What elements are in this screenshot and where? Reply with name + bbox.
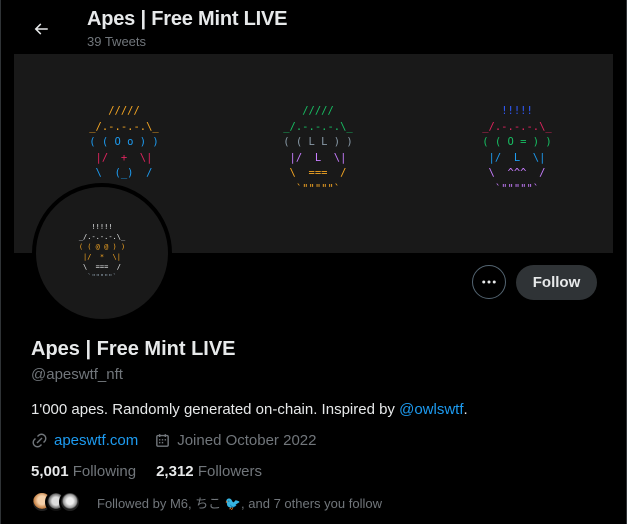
joined-date: Joined October 2022 [177, 432, 317, 449]
calendar-icon [156, 434, 170, 447]
profile-meta: apeswtf.com Joined October 2022 [31, 432, 316, 449]
banner-ape-2-line-6: `"""""` [295, 182, 341, 195]
banner-ape-2: ///// _/.-.-.-.\_ ( ( L L ) ) |/ L \| \ === … [266, 104, 370, 197]
profile-bio: 1'000 apes. Randomly generated on-chain.… [31, 401, 468, 418]
avatar-ape-line-1: !!!!! [91, 223, 113, 231]
banner-ape-3: !!!!! _/.-.-.-.\_ ( ( O = ) ) |/ L \| \ ^^^ … [465, 104, 569, 197]
avatar-ape-line-5: \ === / [83, 263, 121, 271]
more-options-button[interactable] [472, 265, 506, 299]
avatar-ape-line-3: ( ( @ @ ) ) [78, 243, 126, 251]
followed-by-text: Followed by M6, ちこ 🐦, and 7 others you f… [97, 495, 382, 511]
banner-ape-3-line-6: `"""""` [494, 182, 540, 195]
user-handle: @apeswtf_nft [31, 366, 123, 383]
profile-avatar[interactable]: !!!!! _/.-.-.-.\_ ( ( @ @ ) ) |/ * \| \ === … [32, 183, 172, 323]
following-count: 5,001 [31, 463, 69, 480]
avatar-ape-line-2: _/.-.-.-.\_ [78, 233, 126, 241]
banner-ape-2-line-3: ( ( L L ) ) [283, 136, 353, 148]
banner-ape-2-line-1: ///// [302, 105, 334, 117]
avatar-ape-line-4: |/ * \| [83, 253, 121, 261]
follow-counts: 5,001 Following 2,312 Followers [31, 463, 282, 480]
banner-ape-2-line-4: |/ L \| [289, 151, 347, 164]
following-link[interactable]: 5,001 Following [31, 463, 136, 480]
avatar-ape-art: !!!!! _/.-.-.-.\_ ( ( @ @ ) ) |/ * \| \ === … [70, 222, 134, 282]
bio-mention-link[interactable]: @owlswtf [399, 401, 463, 418]
website-link[interactable]: apeswtf.com [54, 432, 138, 449]
followers-label: Followers [197, 463, 262, 480]
display-name: Apes | Free Mint LIVE [31, 338, 236, 360]
mutual-avatar-3 [59, 491, 81, 513]
banner-ape-1: ///// _/.-.-.-.\_ ( ( O o ) ) |/ + \| \ (_) … [72, 104, 176, 182]
banner-ape-1-line-5: \ (_) / [95, 167, 153, 179]
followers-count: 2,312 [156, 463, 194, 480]
banner-ape-1-line-2: _/.-.-.-.\_ [89, 120, 159, 133]
bio-end: . [463, 401, 468, 418]
more-horizontal-icon [482, 280, 496, 284]
banner-ape-3-line-4: |/ L \| [488, 151, 546, 164]
joined-item: Joined October 2022 [154, 432, 316, 449]
link-icon [32, 433, 47, 448]
back-button[interactable] [26, 14, 56, 44]
banner-ape-3-line-3: ( ( O = ) ) [482, 136, 552, 148]
back-arrow-icon [34, 23, 48, 35]
header-title: Apes | Free Mint LIVE [87, 8, 288, 30]
bio-text: 1'000 apes. Randomly generated on-chain.… [31, 401, 400, 418]
banner-ape-3-line-2: _/.-.-.-.\_ [482, 120, 552, 133]
avatar-ape-line-6: `"""""` [87, 273, 117, 281]
banner-ape-1-line-3: ( ( O o ) ) [89, 136, 159, 148]
website-item[interactable]: apeswtf.com [31, 432, 138, 449]
banner-ape-1-line-1: ///// [108, 105, 140, 117]
followers-link[interactable]: 2,312 Followers [156, 463, 262, 480]
banner-ape-2-line-2: _/.-.-.-.\_ [283, 120, 353, 133]
header-tweet-count: 39 Tweets [87, 34, 147, 49]
following-label: Following [72, 463, 137, 480]
follow-button[interactable]: Follow [516, 265, 597, 300]
banner-ape-2-line-5: \ === / [289, 167, 347, 179]
banner-ape-1-line-4: |/ + \| [95, 151, 153, 164]
banner-ape-3-line-5: \ ^^^ / [488, 167, 546, 179]
followed-by-row[interactable]: Followed by M6, ちこ 🐦, and 7 others you f… [31, 491, 382, 513]
banner-ape-3-line-1: !!!!! [501, 105, 533, 117]
